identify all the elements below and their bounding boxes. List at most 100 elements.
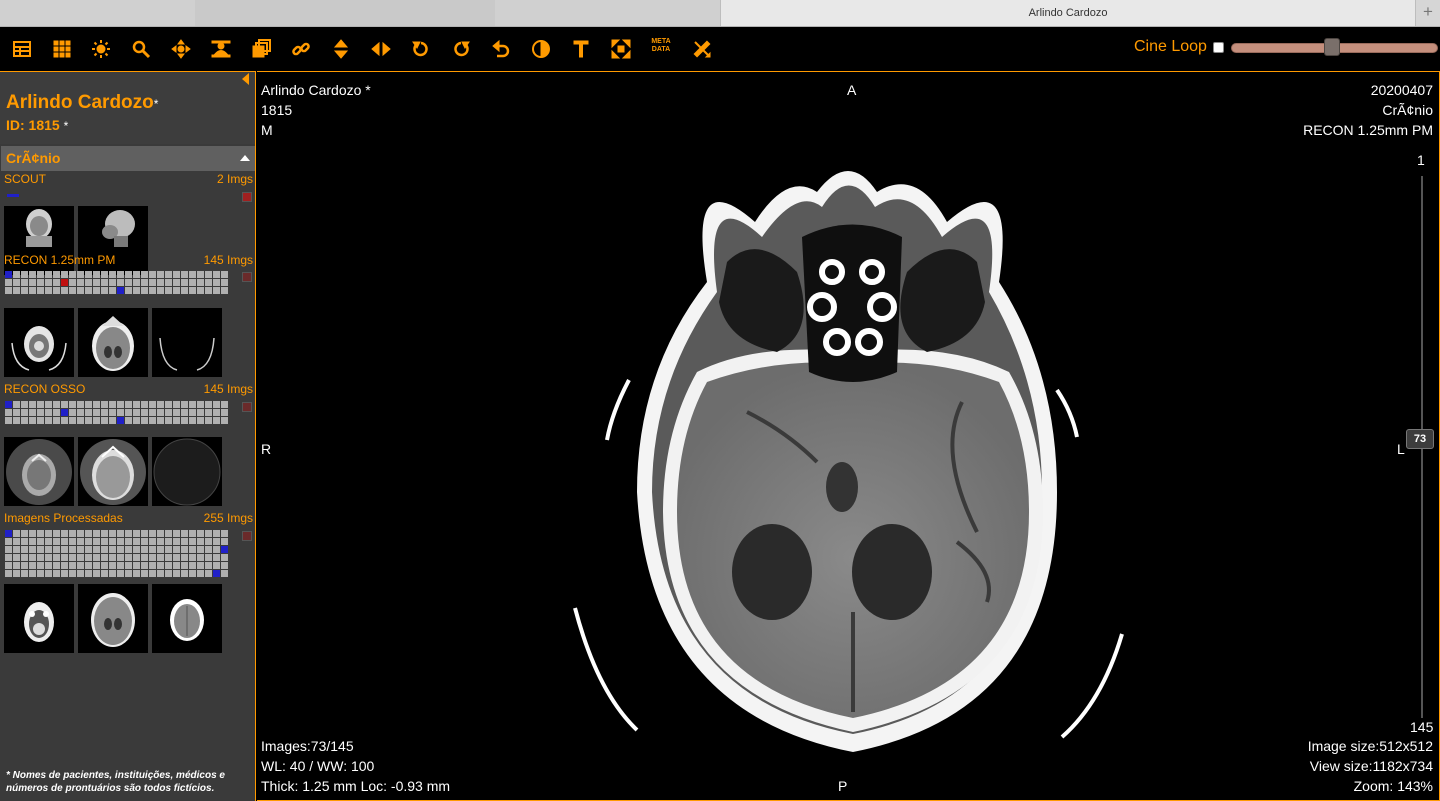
slice-cell[interactable] xyxy=(213,271,220,278)
zoom-icon[interactable] xyxy=(127,35,155,63)
slice-cell[interactable] xyxy=(117,538,124,545)
slice-cell[interactable] xyxy=(69,554,76,561)
slice-cell[interactable] xyxy=(29,401,36,408)
slice-cell[interactable] xyxy=(157,401,164,408)
slice-cell[interactable] xyxy=(157,409,164,416)
slice-cell[interactable] xyxy=(69,538,76,545)
slice-cell[interactable] xyxy=(213,554,220,561)
slice-cell[interactable] xyxy=(173,271,180,278)
slice-cell[interactable] xyxy=(117,271,124,278)
metadata-icon[interactable]: META DATA xyxy=(647,38,675,54)
slice-cell[interactable] xyxy=(45,287,52,294)
slice-cell[interactable] xyxy=(205,417,212,424)
slice-cell[interactable] xyxy=(53,409,60,416)
slice-cell[interactable] xyxy=(213,562,220,569)
slice-cell[interactable] xyxy=(109,279,116,286)
slice-cell[interactable] xyxy=(5,409,12,416)
series-icon[interactable] xyxy=(247,35,275,63)
slice-cell[interactable] xyxy=(93,546,100,553)
slice-cell[interactable] xyxy=(77,538,84,545)
slice-cell[interactable] xyxy=(197,287,204,294)
slice-cell[interactable] xyxy=(189,570,196,577)
slice-cell[interactable] xyxy=(165,271,172,278)
slice-cell[interactable] xyxy=(61,417,68,424)
slice-cell[interactable] xyxy=(61,546,68,553)
series-slice-map[interactable] xyxy=(5,271,228,294)
series-label[interactable]: Imagens Processadas xyxy=(4,511,123,525)
slice-cell[interactable] xyxy=(109,409,116,416)
slice-cell[interactable] xyxy=(13,562,20,569)
slice-cell[interactable] xyxy=(125,570,132,577)
slice-cell[interactable] xyxy=(165,530,172,537)
slice-cell[interactable] xyxy=(69,279,76,286)
slice-cell[interactable] xyxy=(101,562,108,569)
slice-cell[interactable] xyxy=(141,554,148,561)
series-select-box[interactable] xyxy=(242,272,252,282)
slice-cell[interactable] xyxy=(69,562,76,569)
slice-cell[interactable] xyxy=(165,287,172,294)
slice-cell[interactable] xyxy=(21,287,28,294)
new-tab-button[interactable]: + xyxy=(1416,0,1440,26)
slice-cell[interactable] xyxy=(21,554,28,561)
slice-cell[interactable] xyxy=(221,530,228,537)
grid-icon[interactable] xyxy=(48,35,76,63)
slice-cell[interactable] xyxy=(197,279,204,286)
slice-cell[interactable] xyxy=(197,570,204,577)
slice-cell[interactable] xyxy=(37,401,44,408)
slice-cell[interactable] xyxy=(101,279,108,286)
slice-cell[interactable] xyxy=(93,417,100,424)
slice-cell[interactable] xyxy=(133,271,140,278)
slice-cell[interactable] xyxy=(77,409,84,416)
slice-cell[interactable] xyxy=(61,409,68,416)
slice-cell[interactable] xyxy=(221,409,228,416)
rotate-left-icon[interactable] xyxy=(407,35,435,63)
cine-speed-slider-thumb[interactable] xyxy=(1324,38,1340,56)
image-viewport[interactable]: Arlindo Cardozo * 1815 M A 20200407 CrÃ¢… xyxy=(257,71,1440,801)
slice-cell[interactable] xyxy=(117,570,124,577)
slice-cell[interactable] xyxy=(85,401,92,408)
slice-cell[interactable] xyxy=(29,538,36,545)
slice-cell[interactable] xyxy=(173,546,180,553)
slice-cell[interactable] xyxy=(181,570,188,577)
slice-cell[interactable] xyxy=(45,417,52,424)
undo-icon[interactable] xyxy=(487,35,515,63)
slice-cell[interactable] xyxy=(221,287,228,294)
slice-cell[interactable] xyxy=(205,279,212,286)
slice-cell[interactable] xyxy=(189,562,196,569)
slice-cell[interactable] xyxy=(141,279,148,286)
slice-cell[interactable] xyxy=(85,417,92,424)
slice-cell[interactable] xyxy=(189,401,196,408)
slice-cell[interactable] xyxy=(149,570,156,577)
layout-icon[interactable] xyxy=(8,35,36,63)
slice-cell[interactable] xyxy=(61,554,68,561)
slice-cell[interactable] xyxy=(189,546,196,553)
slice-cell[interactable] xyxy=(173,570,180,577)
thumbnail-osso-2[interactable] xyxy=(78,437,148,506)
slice-cell[interactable] xyxy=(21,562,28,569)
slice-cell[interactable] xyxy=(125,554,132,561)
slice-cell[interactable] xyxy=(117,279,124,286)
slice-cell[interactable] xyxy=(101,538,108,545)
slice-cell[interactable] xyxy=(197,546,204,553)
thumbnail-recon-2[interactable] xyxy=(78,308,148,377)
slice-cell[interactable] xyxy=(125,401,132,408)
slice-cell[interactable] xyxy=(45,570,52,577)
slice-cell[interactable] xyxy=(13,546,20,553)
slice-cell[interactable] xyxy=(181,271,188,278)
slice-cell[interactable] xyxy=(77,417,84,424)
slice-cell[interactable] xyxy=(157,417,164,424)
slice-cell[interactable] xyxy=(181,530,188,537)
slice-cell[interactable] xyxy=(125,409,132,416)
slice-cell[interactable] xyxy=(93,554,100,561)
slice-cell[interactable] xyxy=(101,409,108,416)
slice-cell[interactable] xyxy=(173,562,180,569)
slice-cell[interactable] xyxy=(117,417,124,424)
slice-cell[interactable] xyxy=(205,538,212,545)
slice-cell[interactable] xyxy=(109,546,116,553)
slice-cell[interactable] xyxy=(21,570,28,577)
fullscreen-icon[interactable] xyxy=(607,35,635,63)
slice-cell[interactable] xyxy=(69,530,76,537)
collapse-study-icon[interactable] xyxy=(240,155,250,161)
slice-cell[interactable] xyxy=(53,401,60,408)
slice-cell[interactable] xyxy=(77,287,84,294)
